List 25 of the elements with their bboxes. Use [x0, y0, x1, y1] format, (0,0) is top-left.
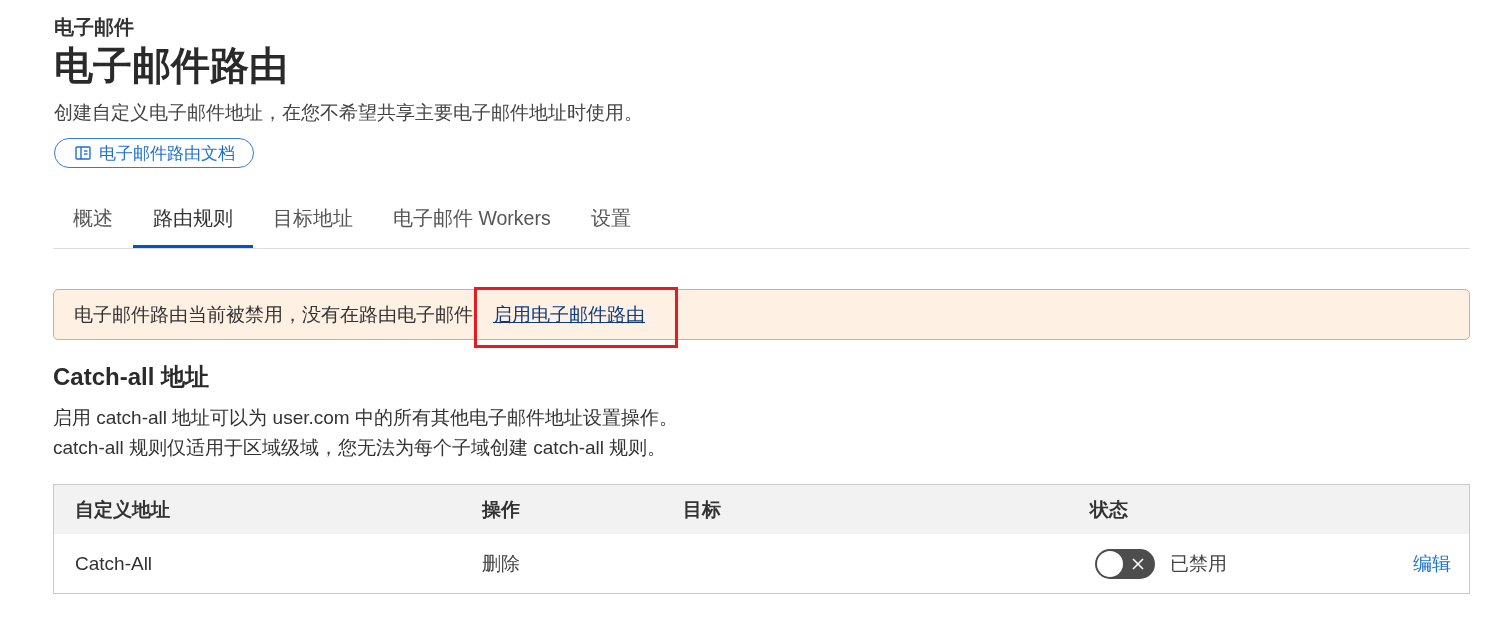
cross-icon [1132, 557, 1144, 570]
tab[interactable]: 概述 [53, 195, 133, 248]
table-cell-text: Catch-All [75, 552, 154, 575]
edit-link[interactable]: 编辑 [1413, 550, 1451, 577]
breadcrumb-text: 电子邮件 [54, 15, 135, 40]
docs-button[interactable]: 电子邮件路由文档 [54, 138, 254, 168]
status-label: 已禁用 [1170, 551, 1227, 576]
toggle-switch[interactable] [1095, 548, 1155, 579]
section-heading: Catch-all 地址 [53, 362, 211, 392]
section-description: catch-all 规则仅适用于区域级域，您无法为每个子域创建 catch-all 规则。 [53, 436, 668, 460]
column-header: 操作 [482, 497, 521, 522]
column-header: 自定义地址 [75, 497, 171, 522]
page-title: 电子邮件路由 [54, 43, 289, 89]
tab[interactable]: 路由规则 [133, 195, 253, 248]
alert-message: 电子邮件路由当前被禁用，没有在路由电子邮件 [74, 302, 473, 327]
column-header: 状态 [1090, 497, 1129, 522]
tab[interactable]: 电子邮件 Workers [373, 195, 571, 248]
tab[interactable]: 设置 [570, 195, 651, 248]
column-header: 目标 [683, 497, 722, 522]
enable-link[interactable]: 启用电子邮件路由 [493, 303, 645, 325]
page-description: 创建自定义电子邮件地址，在您不希望共享主要电子邮件地址时使用。 [54, 101, 644, 125]
section-description: 启用 catch-all 地址可以为 user.com 中的所有其他电子邮件地址设置操作。 [53, 406, 679, 430]
table-cell-text: 删除 [482, 551, 521, 576]
book-icon [75, 145, 91, 161]
tab[interactable]: 目标地址 [253, 195, 373, 248]
